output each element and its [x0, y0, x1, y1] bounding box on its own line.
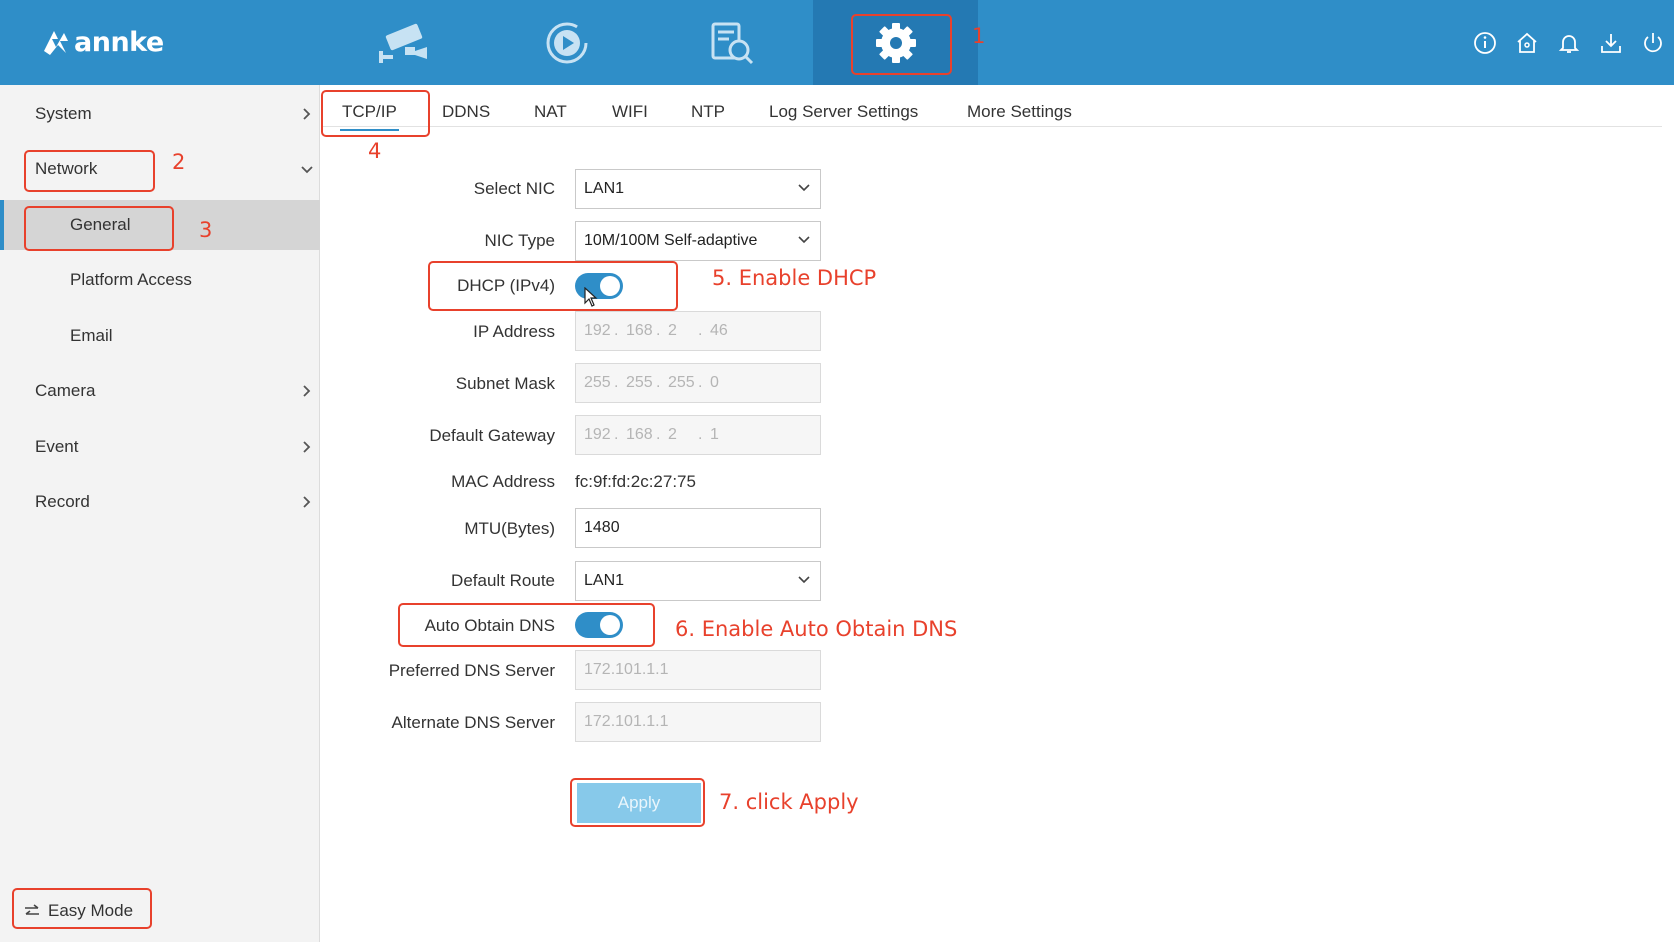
gateway-octet: 1: [710, 426, 719, 443]
mtu-value: 1480: [584, 519, 620, 536]
highlight-general: [24, 206, 174, 251]
sidebar-item-label: Event: [35, 437, 79, 456]
sidebar-item-event[interactable]: Event: [0, 422, 320, 472]
sidebar-item-record[interactable]: Record: [0, 477, 320, 527]
power-icon: [1644, 33, 1662, 53]
preferred-dns-value: 172.101.1.1: [584, 661, 669, 678]
chevron-right-icon: [303, 496, 311, 508]
default-gateway-field[interactable]: 192. 168. 2. 1: [575, 415, 821, 455]
preferred-dns-label: Preferred DNS Server: [388, 661, 555, 680]
ip-address-label: IP Address: [473, 322, 555, 341]
camera-live-view-icon: [378, 23, 427, 63]
ip-octet: 168: [626, 322, 653, 339]
annke-logo-icon: [44, 31, 68, 55]
sidebar-item-label: Platform Access: [70, 270, 192, 289]
top-right-toolbar: [1464, 24, 1674, 62]
default-gateway-label: Default Gateway: [429, 426, 555, 445]
highlight-auto-dns: [398, 603, 655, 647]
live-view-nav[interactable]: [320, 0, 485, 85]
gateway-octet: 168: [626, 426, 653, 443]
annotation-step-2: 2: [172, 150, 186, 174]
default-route-dropdown[interactable]: LAN1: [575, 561, 821, 601]
sidebar-item-platform-access[interactable]: Platform Access: [0, 255, 320, 305]
power-button[interactable]: [1632, 24, 1674, 62]
highlight-dhcp: [428, 261, 678, 311]
nic-type-dropdown[interactable]: 10M/100M Self-adaptive: [575, 221, 821, 261]
sidebar-item-camera[interactable]: Camera: [0, 366, 320, 416]
chevron-down-icon: [798, 576, 810, 584]
sidebar-item-system[interactable]: System: [0, 89, 320, 139]
home-button[interactable]: [1506, 24, 1548, 62]
highlight-network: [24, 150, 155, 192]
mac-address-label: MAC Address: [451, 472, 555, 491]
mac-address-value: fc:9f:fd:2c:27:75: [575, 472, 696, 491]
mtu-label: MTU(Bytes): [464, 519, 555, 538]
mask-octet: 255: [668, 374, 695, 391]
highlight-easy-mode: [12, 888, 152, 929]
highlight-tcp-ip-tab: [321, 90, 430, 137]
chevron-right-icon: [303, 108, 311, 120]
tab-nat[interactable]: NAT: [534, 102, 567, 122]
notifications-button[interactable]: [1548, 24, 1590, 62]
search-icon: [711, 22, 753, 64]
search-nav[interactable]: [648, 0, 813, 85]
tab-log-server-settings[interactable]: Log Server Settings: [769, 102, 918, 122]
home-icon: [1517, 32, 1537, 53]
alternate-dns-value: 172.101.1.1: [584, 713, 669, 730]
info-button[interactable]: [1464, 24, 1506, 62]
alternate-dns-label: Alternate DNS Server: [391, 713, 555, 732]
nic-type-label: NIC Type: [484, 231, 555, 250]
default-route-label: Default Route: [451, 571, 555, 590]
ip-octet: 192: [584, 322, 611, 339]
default-route-value: LAN1: [584, 572, 625, 589]
annotation-step-4: 4: [368, 139, 382, 163]
select-nic-value: LAN1: [584, 180, 625, 197]
chevron-down-icon: [798, 236, 810, 244]
sidebar-item-label: System: [35, 104, 92, 123]
preferred-dns-field[interactable]: 172.101.1.1: [575, 650, 821, 690]
mtu-input[interactable]: 1480: [575, 508, 821, 548]
tab-ntp[interactable]: NTP: [691, 102, 725, 122]
ip-octet: 2: [668, 322, 677, 339]
select-nic-label: Select NIC: [473, 179, 555, 198]
gateway-octet: 192: [584, 426, 611, 443]
sidebar-item-label: Email: [70, 326, 113, 345]
chevron-down-icon: [798, 184, 810, 192]
bell-icon: [1558, 35, 1580, 53]
top-bar: annke: [0, 0, 1674, 85]
nic-type-value: 10M/100M Self-adaptive: [584, 232, 758, 249]
annotation-step-3: 3: [199, 218, 213, 242]
tab-ddns[interactable]: DDNS: [442, 102, 490, 122]
alternate-dns-field[interactable]: 172.101.1.1: [575, 702, 821, 742]
annotation-step-5: 5. Enable DHCP: [712, 266, 877, 290]
tab-wifi[interactable]: WIFI: [612, 102, 648, 122]
subnet-mask-label: Subnet Mask: [455, 374, 555, 393]
mask-octet: 0: [710, 374, 719, 391]
subnet-mask-field[interactable]: 255. 255. 255. 0: [575, 363, 821, 403]
download-icon: [1601, 34, 1621, 53]
annotation-step-7: 7. click Apply: [719, 790, 859, 814]
highlight-settings: [851, 14, 952, 75]
mask-octet: 255: [626, 374, 653, 391]
sidebar-item-email[interactable]: Email: [0, 311, 320, 361]
ip-octet: 46: [710, 322, 728, 339]
playback-nav[interactable]: [484, 0, 649, 85]
annotation-step-1: 1: [972, 24, 986, 48]
sidebar-item-label: Record: [35, 492, 90, 511]
logo-text: annke: [74, 26, 164, 58]
brand-logo: annke: [38, 22, 164, 62]
gateway-octet: 2: [668, 426, 677, 443]
mask-octet: 255: [584, 374, 611, 391]
sidebar-item-label: Camera: [35, 381, 96, 400]
ip-address-field[interactable]: 192. 168. 2. 46: [575, 311, 821, 351]
chevron-down-icon: [301, 166, 313, 174]
select-nic-dropdown[interactable]: LAN1: [575, 169, 821, 209]
annotation-step-6: 6. Enable Auto Obtain DNS: [675, 617, 958, 641]
highlight-apply: [570, 778, 705, 827]
info-icon: [1474, 32, 1496, 54]
playback-icon: [546, 22, 587, 63]
download-button[interactable]: [1590, 24, 1632, 62]
tab-bar: TCP/IP DDNS NAT WIFI NTP Log Server Sett…: [322, 85, 1662, 131]
tab-more-settings[interactable]: More Settings: [967, 102, 1072, 122]
